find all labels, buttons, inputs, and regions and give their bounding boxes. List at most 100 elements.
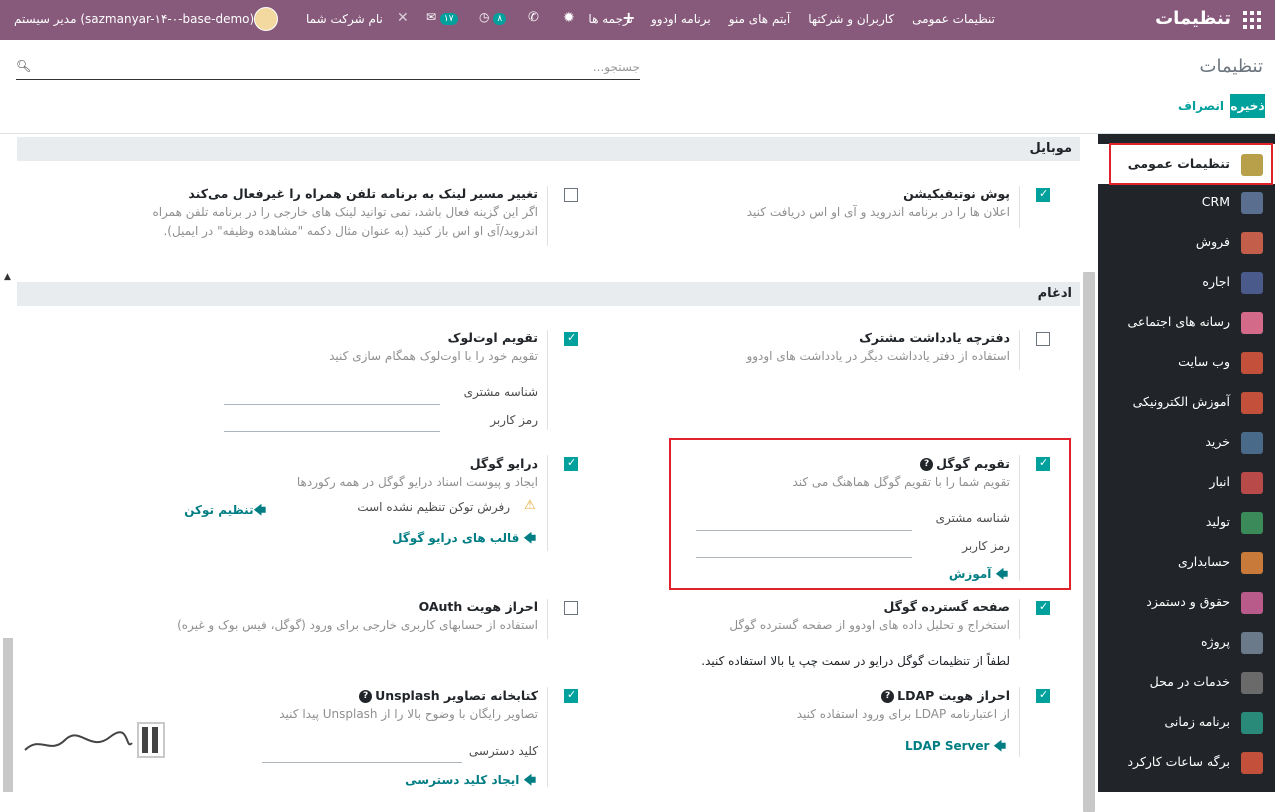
setting-title: احراز هویت LDAP? [881,688,1010,703]
sidebar-item-label: فروش [1195,234,1230,249]
gdrive-checkbox[interactable] [564,456,578,471]
puzzle-icon [1241,632,1263,654]
sidebar-item-label: برگه ساعات کارکرد [1127,754,1230,769]
ldap-server-link[interactable]: 🡄 LDAP Server [905,737,1006,758]
sidebar-item-timesheets[interactable]: برگه ساعات کارکرد [1098,742,1275,782]
apps-menu-icon[interactable] [1243,11,1261,29]
watermark-mark [24,722,165,758]
sidebar-item-label: حسابداری [1177,554,1230,569]
sidebar-item-label: برنامه زمانی [1164,714,1230,729]
arrow-right-icon: 🡄 [993,739,1006,753]
sidebar-item-label: آموزش الکترونیکی [1132,394,1230,409]
link-checkbox[interactable] [564,188,578,202]
scrollbar[interactable] [1083,272,1095,812]
presentation-icon [1241,392,1263,414]
save-button[interactable]: ذخیره [1230,94,1265,118]
outlook-checkbox[interactable] [564,331,578,346]
gdrive-templates-link[interactable]: 🡄 قالب های درایو گوگل [392,529,536,550]
section-title: ادغام [1037,286,1072,301]
divider [547,330,548,430]
close-icon[interactable]: ✕ [397,10,409,26]
user-menu[interactable]: (sazmanyar-۱۴-۰-base-demo) مدیر سیستم [14,12,254,26]
unsplash-key-field[interactable] [262,762,462,763]
create-access-key-link[interactable]: 🡄 ایجاد کلید دسترسی [405,771,536,792]
setting-desc: اعلان ها را در برنامه اندروید و آی او اس… [746,205,1010,219]
help-icon[interactable]: ? [359,690,373,703]
section-mobile: موبایل [17,137,1080,161]
sidebar-item-crm[interactable]: CRM [1098,182,1275,222]
search-input[interactable]: جستجو... 🔍︎ [16,54,640,80]
divider [1019,186,1020,228]
sidebar-item-accounting[interactable]: حسابداری [1098,542,1275,582]
sidebar-item-sales[interactable]: فروش [1098,222,1275,262]
arrow-right-icon: 🡄 [523,773,536,787]
sidebar-item-planning[interactable]: برنامه زمانی [1098,702,1275,742]
sidebar-item-project[interactable]: پروژه [1098,622,1275,662]
gdrive-warning: رفرش توکن تنظیم نشده است [357,500,510,514]
menu-odoo-apps[interactable]: برنامه اودوو [651,12,711,26]
menu-users-companies[interactable]: کاربران و شرکتها [808,12,894,26]
gsheet-checkbox[interactable] [1036,600,1050,615]
top-navbar: تنظیمات تنظیمات عمومی کاربران و شرکتها آ… [0,0,1275,40]
company-switcher[interactable]: نام شرکت شما [306,12,383,26]
wrench-icon [1241,512,1263,534]
link-label: ایجاد کلید دسترسی [405,773,520,787]
sidebar-item-purchase[interactable]: خرید [1098,422,1275,462]
setting-title: صفحه گسترده گوگل [883,599,1010,614]
section-title: موبایل [1029,141,1072,156]
divider [547,186,548,246]
help-icon[interactable]: ? [881,690,895,703]
sidebar-item-label: انبار [1209,474,1230,489]
breadcrumb: تنظیمات [1199,56,1263,77]
arrow-right-icon: 🡄 [253,503,266,517]
plus-icon[interactable]: + [622,8,635,27]
menu-menu-items[interactable]: آیتم های منو [729,12,791,26]
db-name: (sazmanyar-۱۴-۰-base-demo) [80,12,255,26]
warning-icon: ⚠ [524,498,536,513]
sidebar-item-label: CRM [1201,194,1230,209]
menu-general-settings[interactable]: تنظیمات عمومی [912,12,995,26]
cancel-button[interactable]: انصراف [1177,94,1225,118]
setting-desc: استفاده از حسابهای کاربری خارجی برای ورو… [177,618,538,632]
ldap-checkbox[interactable] [1036,688,1050,703]
notes-checkbox[interactable] [1036,332,1050,346]
sidebar-item-inventory[interactable]: انبار [1098,462,1275,502]
sidebar-item-rental[interactable]: اجاره [1098,262,1275,302]
setting-desc: تصاویر رایگان با وضوح بالا را از Unsplas… [279,707,538,721]
outlook-client-id-field[interactable] [224,404,440,405]
divider [1019,330,1020,370]
sidebar-item-website[interactable]: وب سایت [1098,342,1275,382]
setting-title: درایو گوگل [469,456,538,471]
setting-desc: اگر این گزینه فعال باشد، نمی توانید لینک… [152,205,538,238]
setting-title: تقویم اوت‌لوک [447,330,538,345]
sidebar-item-field-service[interactable]: خدمات در محل [1098,662,1275,702]
divider [547,455,548,551]
activity-indicator[interactable]: ۸ ◷ [479,10,507,25]
sidebar-item-payroll[interactable]: حقوق و دستمزد [1098,582,1275,622]
sidebar-item-elearning[interactable]: آموزش الکترونیکی [1098,382,1275,422]
unsplash-title: کتابخانه تصاویر Unsplash [375,688,538,703]
bug-icon[interactable]: ✹ [563,10,575,26]
handshake-icon [1241,192,1263,214]
invoice-icon [1241,552,1263,574]
scroll-up-icon[interactable]: ▲ [4,272,11,282]
setting-title: تغییر مسیر لینک به برنامه تلفن همراه را … [188,186,538,201]
messages-indicator[interactable]: ۱۷ ✉ [426,10,458,25]
avatar[interactable] [254,7,278,31]
push-checkbox[interactable] [1036,187,1050,202]
gsheet-note: لطفاً از تنظیمات گوگل درایو در سمت چپ یا… [701,654,1010,668]
link-label: LDAP Server [904,739,990,753]
globe-icon [1241,352,1263,374]
sidebar-item-label: حقوق و دستمزد [1146,594,1230,609]
sidebar-item-label: خدمات در محل [1149,674,1230,689]
unsplash-checkbox[interactable] [564,688,578,703]
sidebar-item-manufacturing[interactable]: تولید [1098,502,1275,542]
phone-icon[interactable]: ✆ [528,10,539,25]
set-token-link[interactable]: 🡄تنظیم توکن [184,501,266,522]
oauth-checkbox[interactable] [564,601,578,615]
scrollbar-left[interactable] [3,638,13,792]
sidebar-item-social[interactable]: رسانه های اجتماعی [1098,302,1275,342]
divider [1019,687,1020,757]
outlook-secret-field[interactable] [224,431,440,432]
link-label: قالب های درایو گوگل [392,531,520,545]
